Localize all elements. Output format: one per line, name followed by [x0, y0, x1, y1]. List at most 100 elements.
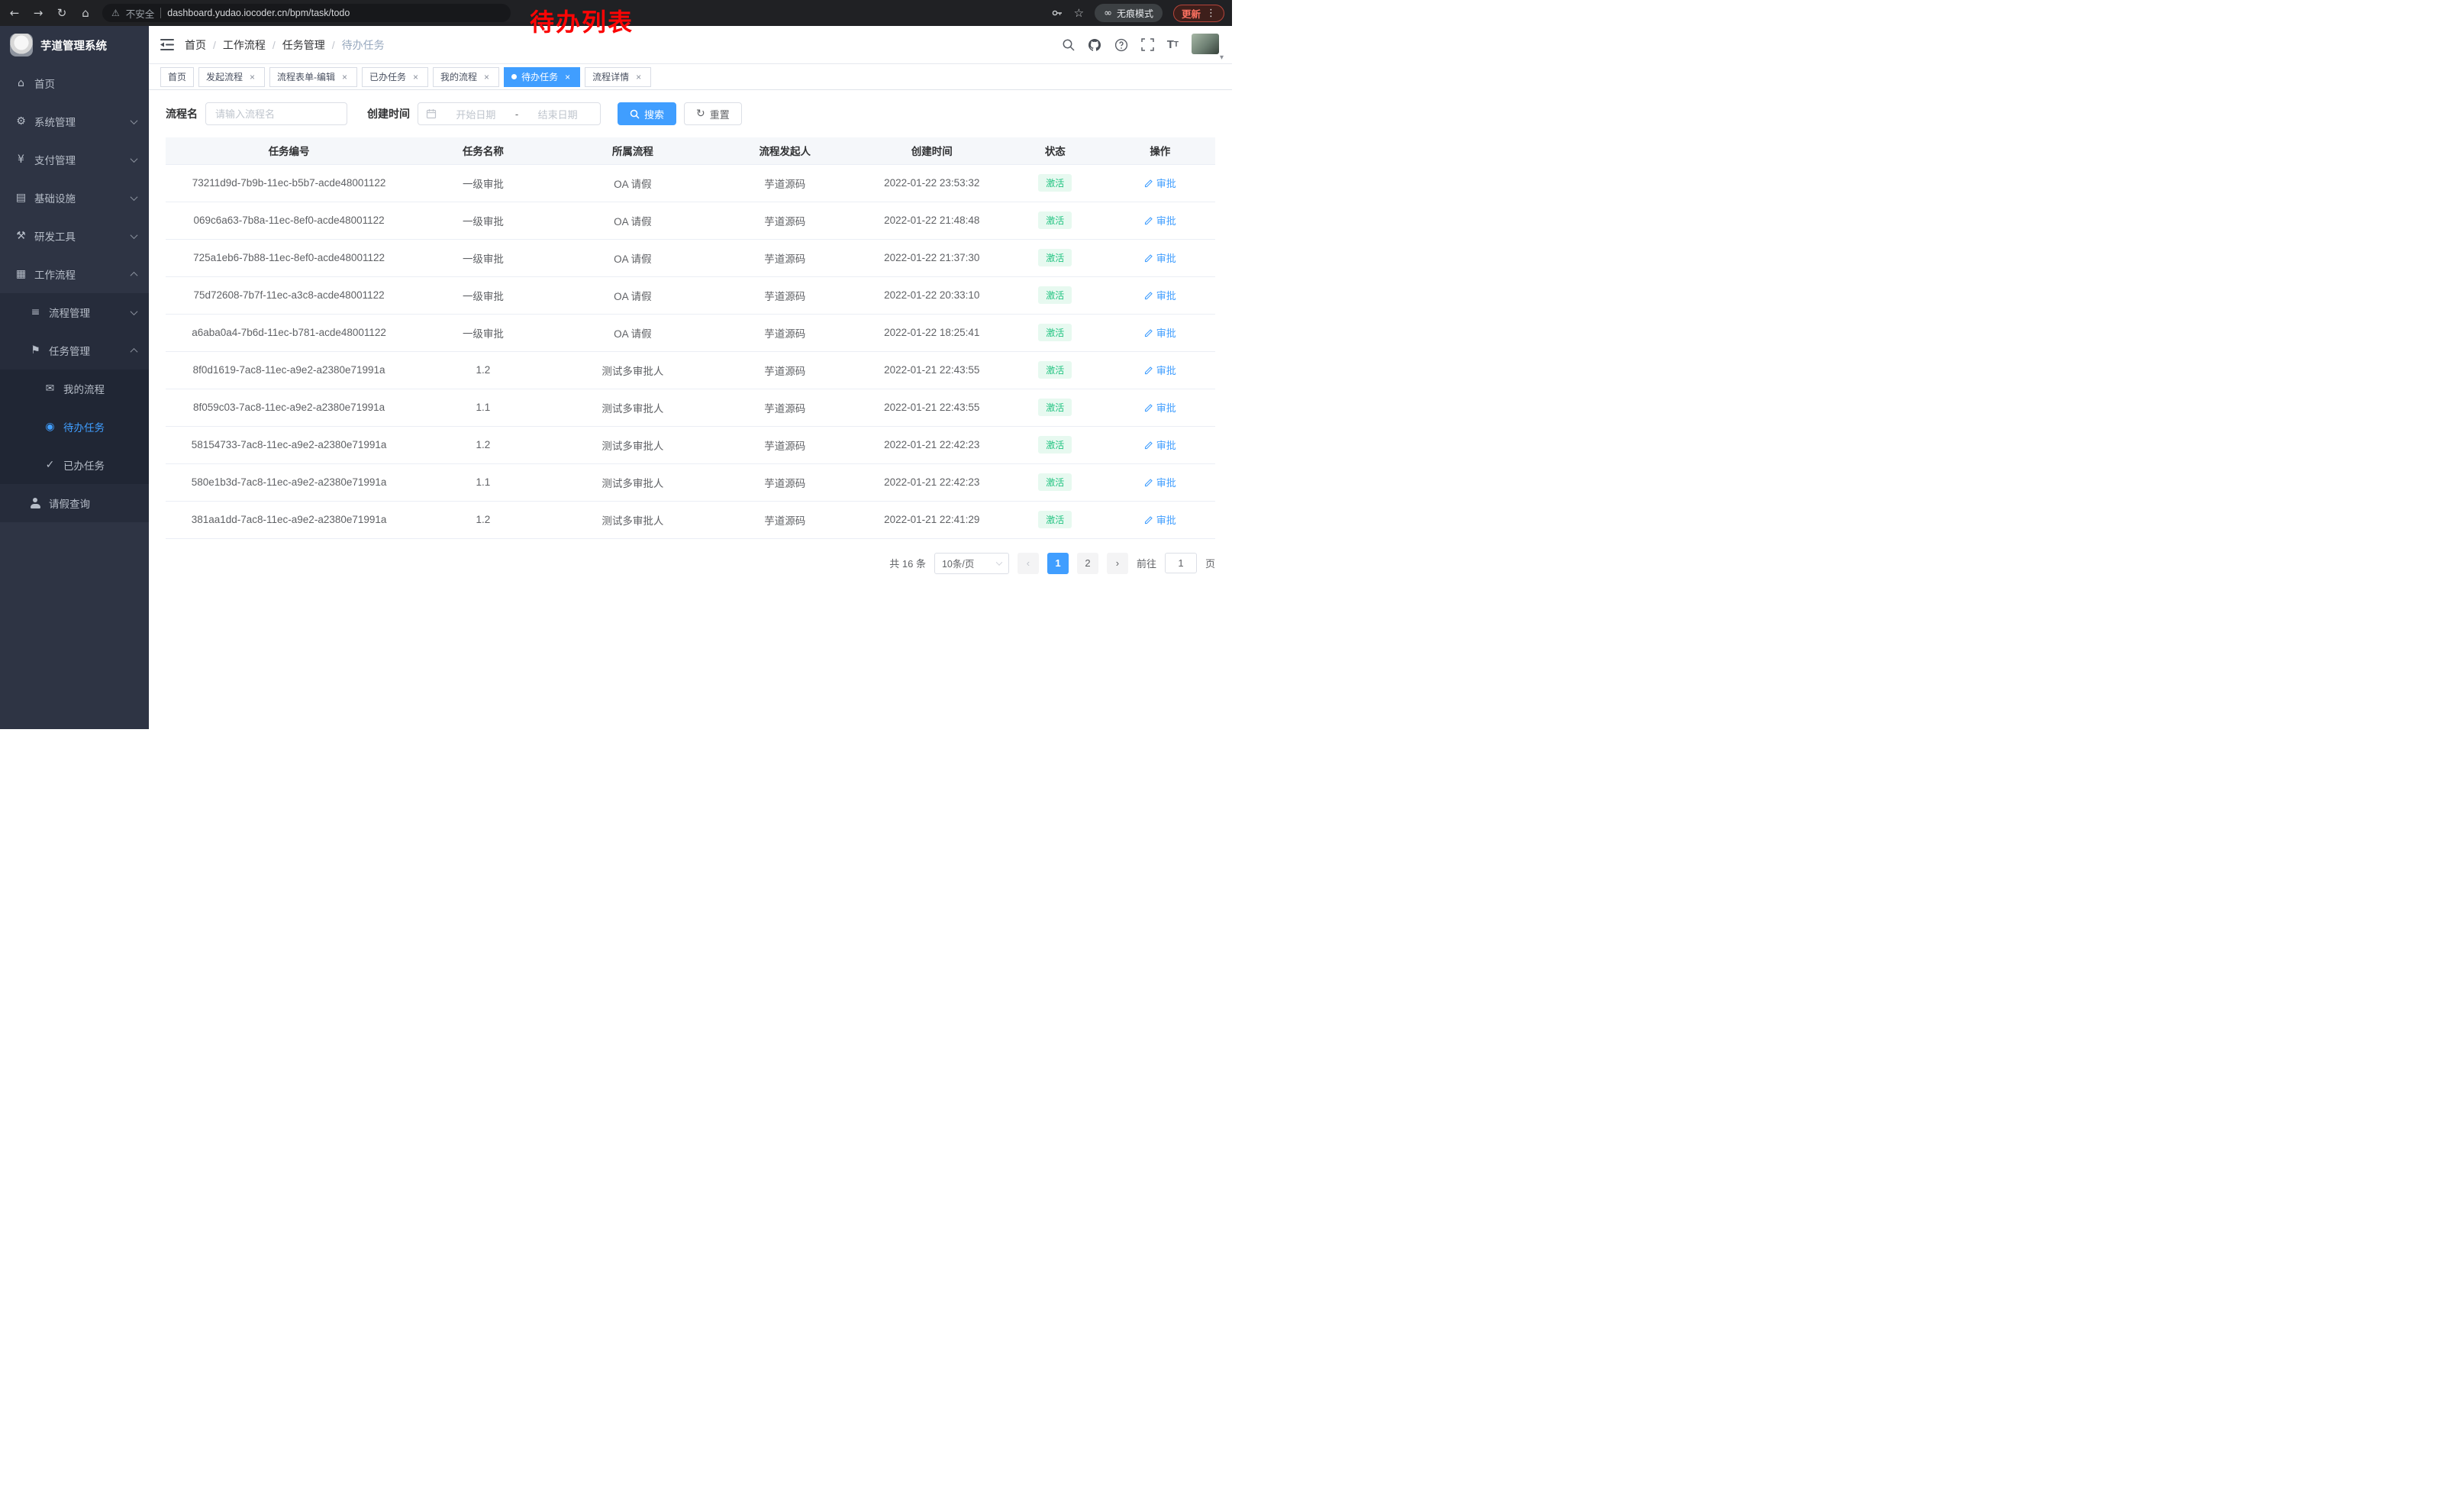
status-cell: 激活 [1005, 463, 1105, 501]
page-1-button[interactable]: 1 [1047, 553, 1069, 574]
tab-close-icon[interactable]: × [340, 72, 350, 82]
process-name-input[interactable] [205, 102, 347, 125]
column-header: 创建时间 [859, 137, 1006, 164]
sidebar-item-workflow[interactable]: ▦工作流程 [0, 255, 149, 293]
sidebar-item-done-task[interactable]: ✓已办任务 [0, 446, 149, 484]
fullscreen-icon[interactable] [1141, 38, 1154, 51]
approve-link[interactable]: 审批 [1144, 475, 1176, 489]
url-text[interactable]: dashboard.yudao.iocoder.cn/bpm/task/todo [167, 8, 350, 18]
page-size-select[interactable]: 10条/页 [934, 553, 1009, 574]
github-icon[interactable] [1088, 38, 1101, 52]
bookmark-star-icon[interactable]: ☆ [1074, 6, 1084, 20]
tab-my-process[interactable]: 我的流程× [433, 67, 499, 87]
reload-icon[interactable]: ↻ [55, 6, 69, 20]
goto-page-input[interactable] [1165, 553, 1197, 573]
created-time-cell: 2022-01-22 23:53:32 [859, 164, 1006, 202]
breadcrumb-item[interactable]: 首页 [185, 37, 206, 53]
tab-done-task[interactable]: 已办任务× [362, 67, 428, 87]
user-avatar[interactable]: ▾ [1192, 34, 1221, 56]
approve-link[interactable]: 审批 [1144, 213, 1176, 228]
approve-link[interactable]: 审批 [1144, 288, 1176, 302]
status-badge: 激活 [1038, 436, 1072, 454]
sidebar-item-payment-management[interactable]: ¥支付管理 [0, 140, 149, 179]
sidebar-item-label: 首页 [34, 76, 137, 91]
sidebar-menu: ⌂ 首页 ⚙系统管理¥支付管理▤基础设施⚒研发工具▦工作流程≡流程管理⚑任务管理✉我… [0, 64, 149, 522]
approve-link[interactable]: 审批 [1144, 400, 1176, 415]
chevron-down-icon [131, 308, 138, 315]
sidebar-item-system-management[interactable]: ⚙系统管理 [0, 102, 149, 140]
approve-link[interactable]: 审批 [1144, 176, 1176, 190]
approve-link[interactable]: 审批 [1144, 363, 1176, 377]
tab-home[interactable]: 首页 [160, 67, 194, 87]
process-cell: 测试多审批人 [554, 501, 711, 538]
initiator-cell: 芋道源码 [711, 501, 859, 538]
active-tab-dot-icon [511, 74, 517, 79]
create-time-range-picker[interactable]: 开始日期 - 结束日期 [418, 102, 601, 125]
address-bar[interactable]: ⚠ 不安全 dashboard.yudao.iocoder.cn/bpm/tas… [102, 4, 511, 22]
sidebar-item-home[interactable]: ⌂ 首页 [0, 64, 149, 102]
next-page-button[interactable]: › [1107, 553, 1128, 574]
page-2-button[interactable]: 2 [1077, 553, 1098, 574]
search-button[interactable]: 搜索 [618, 102, 676, 125]
task-name-cell: 1.2 [412, 501, 554, 538]
tab-close-icon[interactable]: × [563, 72, 572, 82]
search-button-icon [630, 109, 640, 119]
reset-button[interactable]: ↻ 重置 [684, 102, 742, 125]
task-name-cell: 1.2 [412, 351, 554, 389]
caret-down-icon: ▾ [1220, 53, 1224, 62]
update-button[interactable]: 更新 ⋮ [1173, 5, 1224, 22]
task-name-cell: 一级审批 [412, 202, 554, 239]
app-logo [10, 34, 33, 56]
approve-label: 审批 [1156, 213, 1176, 228]
page-unit-label: 页 [1205, 556, 1215, 570]
sidebar-item-infrastructure[interactable]: ▤基础设施 [0, 179, 149, 217]
sidebar-item-leave-query[interactable]: 请假查询 [0, 484, 149, 522]
breadcrumb: 首页/工作流程/任务管理/待办任务 [185, 37, 385, 53]
sidebar-item-task-management[interactable]: ⚑任务管理 [0, 331, 149, 370]
filter-bar: 流程名 创建时间 开始日期 - 结束日期 搜索 [166, 102, 1215, 125]
column-header: 任务名称 [412, 137, 554, 164]
approve-link[interactable]: 审批 [1144, 512, 1176, 527]
sidebar-item-dev-tools[interactable]: ⚒研发工具 [0, 217, 149, 255]
tab-close-icon[interactable]: × [411, 72, 421, 82]
column-header: 所属流程 [554, 137, 711, 164]
approve-link[interactable]: 审批 [1144, 437, 1176, 452]
tab-close-icon[interactable]: × [634, 72, 643, 82]
help-icon[interactable] [1114, 38, 1128, 52]
breadcrumb-item[interactable]: 工作流程 [223, 37, 266, 53]
sidebar-item-todo-task[interactable]: ◉待办任务 [0, 408, 149, 446]
approve-link[interactable]: 审批 [1144, 325, 1176, 340]
browser-home-icon[interactable]: ⌂ [79, 6, 92, 20]
breadcrumb-item[interactable]: 任务管理 [282, 37, 325, 53]
approve-link[interactable]: 审批 [1144, 250, 1176, 265]
tab-close-icon[interactable]: × [482, 72, 492, 82]
action-cell: 审批 [1105, 351, 1215, 389]
tab-start-process[interactable]: 发起流程× [198, 67, 265, 87]
dashboard-icon: ⌂ [15, 77, 27, 89]
status-badge: 激活 [1038, 286, 1072, 304]
browser-menu-icon[interactable]: ⋮ [1206, 8, 1216, 19]
tab-todo-task[interactable]: 待办任务× [504, 67, 580, 87]
search-icon[interactable] [1062, 38, 1075, 51]
task-id-cell: 8f0d1619-7ac8-11ec-a9e2-a2380e71991a [166, 351, 412, 389]
browser-chrome: ← → ↻ ⌂ ⚠ 不安全 dashboard.yudao.iocoder.cn… [0, 0, 1232, 26]
font-size-icon[interactable]: TT [1167, 38, 1179, 51]
forward-icon[interactable]: → [31, 6, 45, 20]
chevron-up-icon [131, 271, 138, 279]
table-row: a6aba0a4-7b6d-11ec-b781-acde48001122一级审批… [166, 314, 1215, 351]
approve-label: 审批 [1156, 176, 1176, 190]
sidebar-item-process-management[interactable]: ≡流程管理 [0, 293, 149, 331]
process-cell: OA 请假 [554, 276, 711, 314]
back-icon[interactable]: ← [8, 6, 21, 20]
top-navbar: 首页/工作流程/任务管理/待办任务 TT ▾ [149, 26, 1232, 64]
sidebar-item-my-process[interactable]: ✉我的流程 [0, 370, 149, 408]
key-icon[interactable] [1051, 7, 1063, 19]
breadcrumb-separator: / [332, 39, 335, 51]
tab-process-form-edit[interactable]: 流程表单-编辑× [269, 67, 357, 87]
status-cell: 激活 [1005, 351, 1105, 389]
tab-process-detail[interactable]: 流程详情× [585, 67, 651, 87]
tab-close-icon[interactable]: × [247, 72, 257, 82]
prev-page-button[interactable]: ‹ [1018, 553, 1039, 574]
hamburger-icon[interactable] [160, 39, 174, 50]
column-header: 状态 [1005, 137, 1105, 164]
